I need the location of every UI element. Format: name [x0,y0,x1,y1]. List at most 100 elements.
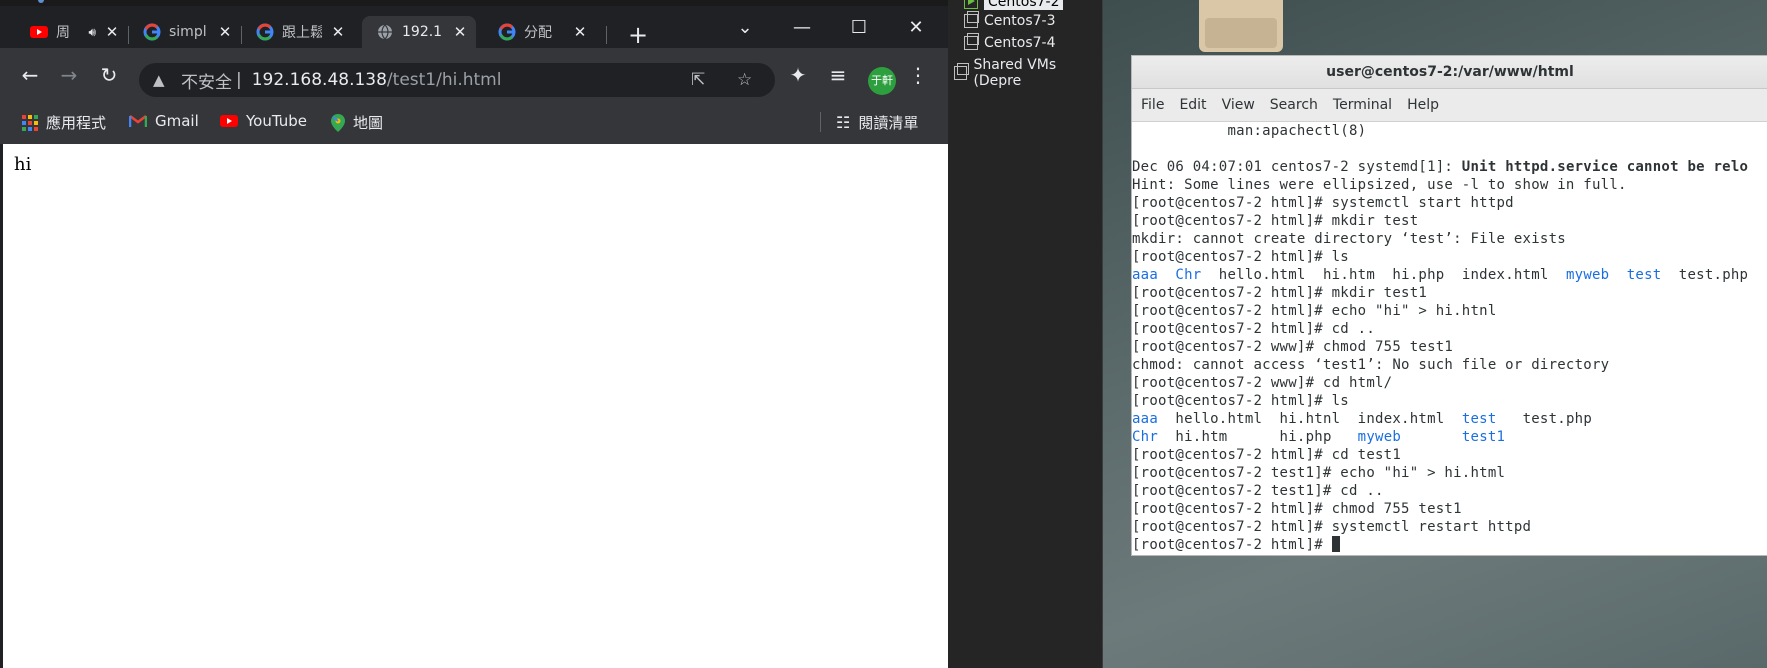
terminal-text: [root@centos7-2 html]# ls [1132,393,1349,409]
terminal-window: user@centos7-2:/var/www/html File Edit V… [1131,55,1767,556]
youtube-icon [30,26,48,38]
terminal-text: myweb [1565,267,1610,283]
tab-google-simpl[interactable]: simpl ✕ [129,16,241,48]
google-icon [143,23,161,41]
url-host: 192.168.48.138 [251,70,387,90]
reload-icon[interactable]: ↻ [97,63,121,87]
terminal-line: [root@centos7-2 html]# chmod 755 test1 [1132,500,1767,518]
vm-name: Centos7-4 [984,35,1056,51]
speaker-icon[interactable]: 🔊︎ [88,25,96,40]
vm-name: Shared VMs (Depre [973,57,1057,89]
vm-item-centos7-2[interactable]: Centos7-2 [964,0,1064,10]
menu-terminal[interactable]: Terminal [1333,97,1392,113]
web-page-viewport: hi [3,144,948,668]
vm-icon [964,33,979,50]
terminal-text: man:apachectl(8) [1132,123,1367,139]
close-window-button[interactable]: ✕ [899,17,933,38]
terminal-text: Chr [1175,267,1202,283]
profile-avatar[interactable]: 于軒 [868,67,896,95]
terminal-text: hello.html hi.htm hi.php index.html [1201,267,1566,283]
reading-list-button[interactable]: ☷ 閱讀清單 [836,112,918,133]
bookmark-label: 應用程式 [46,114,107,132]
bookmark-apps[interactable]: 應用程式 [22,112,106,133]
vm-item-shared-vms[interactable]: Shared VMs (Depre [954,57,1102,89]
terminal-line: [root@centos7-2 html]# ls [1132,248,1767,266]
tab-youtube[interactable]: 周 🔊︎ ✕ [16,16,128,48]
more-menu-icon[interactable]: ⋮ [906,63,930,87]
terminal-text: chmod: cannot access ‘test1’: No such fi… [1132,357,1610,373]
vm-item-centos7-3[interactable]: Centos7-3 [964,11,1056,29]
menu-search[interactable]: Search [1270,97,1318,113]
minimize-button[interactable]: — [785,17,819,38]
tab-active-local-page[interactable]: 192.1 ✕ [362,16,476,48]
terminal-text: Hint: Some lines were ellipsized, use -l… [1132,177,1627,193]
tab-google-search[interactable]: 跟上鬆 ✕ [242,16,354,48]
terminal-line: [root@centos7-2 html]# echo "hi" > hi.ht… [1132,302,1767,320]
terminal-line: [root@centos7-2 html]# cd test1 [1132,446,1767,464]
bookmark-star-icon[interactable]: ☆ [737,70,752,90]
reading-list-icon: ☷ [836,113,851,132]
terminal-line: [root@centos7-2 html]# mkdir test [1132,212,1767,230]
bookmark-youtube[interactable]: YouTube [220,112,307,130]
new-tab-button[interactable]: + [628,23,648,47]
terminal-text: [root@centos7-2 test1]# cd .. [1132,483,1384,499]
close-tab-icon[interactable]: ✕ [452,23,468,41]
tab-search-chevron-icon[interactable]: ⌄ [728,17,762,38]
terminal-menubar: File Edit View Search Terminal Help [1132,89,1767,122]
menu-view[interactable]: View [1222,97,1255,113]
warning-triangle-icon[interactable]: ▲ [153,71,169,89]
terminal-output[interactable]: man:apachectl(8) Dec 06 04:07:01 centos7-… [1132,122,1767,555]
address-separator: | [236,70,242,90]
close-tab-icon[interactable]: ✕ [572,23,588,41]
address-bar[interactable]: ▲ 不安全 | 192.168.48.138/test1/hi.html ⇱ ☆ [139,63,775,97]
tab-divider [606,26,607,44]
terminal-text: Unit httpd.service cannot be relo [1461,159,1749,175]
terminal-line: mkdir: cannot create directory ‘test’: F… [1132,230,1767,248]
url-path: /test1/hi.html [386,70,502,90]
gmail-icon [129,115,147,127]
tab-title: 跟上鬆 [282,25,322,41]
terminal-line: man:apachectl(8) [1132,122,1767,140]
terminal-line: [root@centos7-2 html]# cd .. [1132,320,1767,338]
extensions-puzzle-icon[interactable]: ✦ [786,63,810,87]
terminal-line: Dec 06 04:07:01 centos7-2 systemd[1]: Un… [1132,158,1767,176]
media-queue-icon[interactable]: ≡ [826,63,850,87]
terminal-text: [root@centos7-2 test1]# echo "hi" > hi.h… [1132,465,1506,481]
url-text[interactable]: 192.168.48.138/test1/hi.html [252,70,502,90]
vm-name: Centos7-2 [984,0,1064,10]
bookmark-label: Gmail [155,112,199,130]
terminal-text: [root@centos7-2 www]# cd html/ [1132,375,1393,391]
tab-google-assign[interactable]: 分配 ✕ [484,16,596,48]
terminal-text: [root@centos7-2 html]# mkdir test [1132,213,1419,229]
vm-name: Centos7-3 [984,13,1056,29]
google-icon [256,23,274,41]
close-tab-icon[interactable]: ✕ [104,23,120,41]
menu-file[interactable]: File [1141,97,1164,113]
vm-item-centos7-4[interactable]: Centos7-4 [964,33,1056,51]
back-arrow-icon[interactable]: ← [18,63,42,87]
bookmark-maps[interactable]: 地圖 [331,112,383,133]
terminal-text: aaa [1132,411,1159,427]
menu-edit[interactable]: Edit [1179,97,1206,113]
terminal-line: [root@centos7-2 html]# systemctl start h… [1132,194,1767,212]
terminal-text: Dec 06 04:07:01 centos7-2 systemd[1]: [1132,159,1462,175]
maps-pin-icon [331,113,345,132]
bookmarks-divider [820,112,821,132]
share-icon[interactable]: ⇱ [691,70,705,90]
home-folder-icon[interactable] [1199,0,1283,52]
bookmark-gmail[interactable]: Gmail [129,112,199,130]
close-tab-icon[interactable]: ✕ [217,23,233,41]
terminal-line: [root@centos7-2 html]# systemctl restart… [1132,518,1767,536]
close-tab-icon[interactable]: ✕ [330,23,346,41]
terminal-text: myweb [1357,429,1402,445]
terminal-text: [root@centos7-2 html]# systemctl start h… [1132,195,1514,211]
terminal-text: test [1626,267,1662,283]
maximize-button[interactable]: ☐ [842,17,876,38]
terminal-line: [root@centos7-2 www]# cd html/ [1132,374,1767,392]
forward-arrow-icon[interactable]: → [57,63,81,87]
terminal-text: [root@centos7-2 html]# echo "hi" > hi.ht… [1132,303,1497,319]
menu-help[interactable]: Help [1407,97,1439,113]
terminal-text: Chr [1132,429,1159,445]
